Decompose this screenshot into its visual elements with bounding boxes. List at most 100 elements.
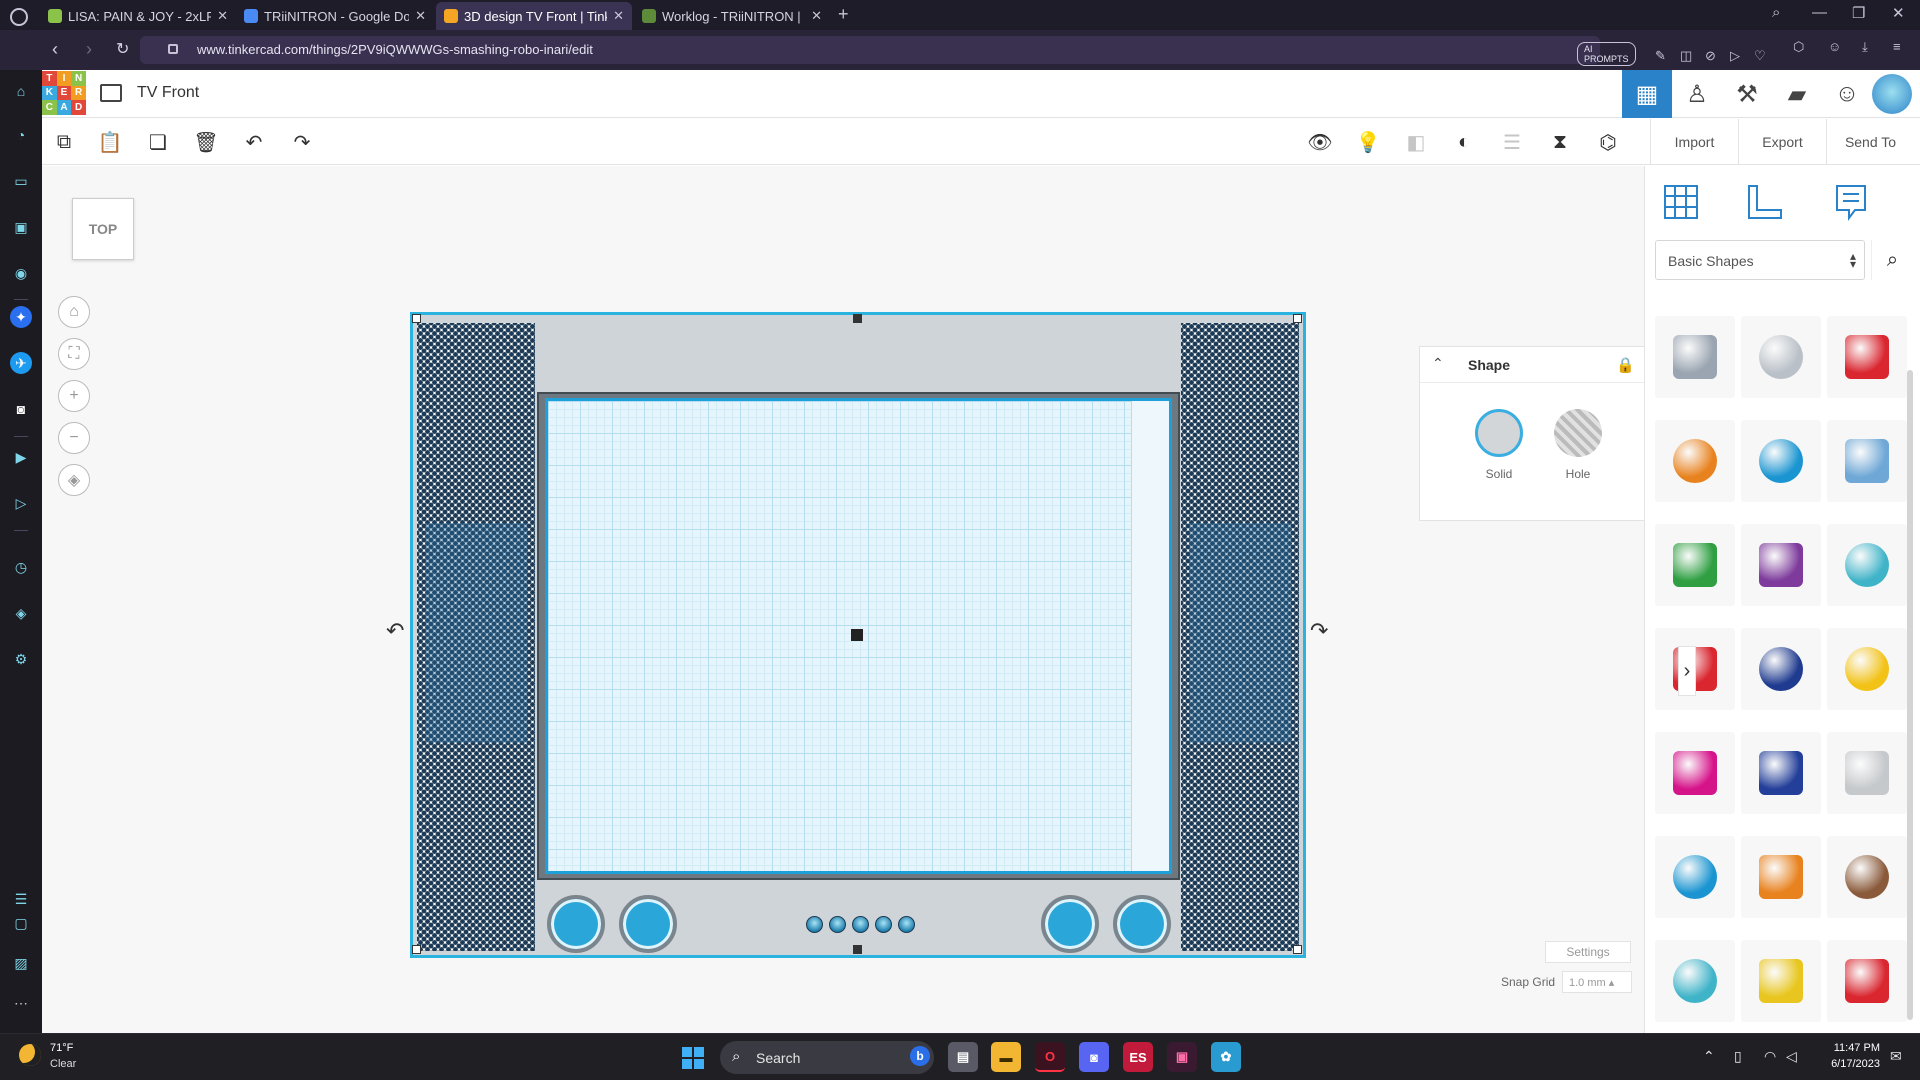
tinkercad-logo[interactable]: T I N K E R C A D	[42, 71, 86, 115]
corner-handle[interactable]	[1293, 945, 1302, 954]
browser-search-icon[interactable]: ⌕	[1772, 4, 1780, 21]
shape-tile[interactable]	[1827, 628, 1907, 710]
start-button[interactable]	[682, 1047, 704, 1069]
duplicate-icon[interactable]: ❏	[142, 126, 174, 158]
blocks-icon[interactable]: ♙	[1672, 70, 1722, 118]
shape-tile[interactable]	[1827, 940, 1907, 1022]
tablet-icon[interactable]: ▢	[10, 912, 32, 934]
shape-tile[interactable]	[1655, 420, 1735, 502]
delete-icon[interactable]: 🗑	[190, 126, 222, 158]
copy-icon[interactable]: ⧉	[48, 126, 80, 158]
shape-tile[interactable]	[1827, 316, 1907, 398]
browser-tab-active[interactable]: 3D design TV Front | Tinker ✕	[436, 2, 632, 30]
twitter-icon[interactable]: ✈	[10, 352, 32, 374]
design-menu-icon[interactable]	[100, 84, 122, 102]
video-icon[interactable]: ▶	[10, 446, 32, 468]
fit-view-icon[interactable]: ⛶	[58, 338, 90, 370]
history-icon[interactable]: ◷	[10, 556, 32, 578]
collapse-chevron-icon[interactable]: ⌃	[1432, 355, 1444, 372]
close-window-icon[interactable]: ✕	[1892, 4, 1905, 22]
shape-tile[interactable]	[1741, 524, 1821, 606]
paste-icon[interactable]: 📋	[94, 126, 126, 158]
flow-icon[interactable]: ▷	[10, 492, 32, 514]
shape-tile[interactable]	[1655, 524, 1735, 606]
notes-tab-icon[interactable]	[1829, 180, 1873, 224]
home-view-icon[interactable]: ⌂	[58, 296, 90, 328]
reload-icon[interactable]: ↻	[116, 39, 129, 59]
settings-gear-icon[interactable]: ⚙	[10, 648, 32, 670]
height-handle[interactable]	[851, 629, 863, 641]
ruler-tab-icon[interactable]	[1743, 180, 1787, 224]
discord-app-icon[interactable]: ◙	[1079, 1042, 1109, 1072]
3d-view-icon[interactable]: ▦	[1622, 70, 1672, 118]
shape-tile[interactable]	[1655, 836, 1735, 918]
tab-close-icon[interactable]: ✕	[811, 8, 822, 24]
browser-menu-icon[interactable]: ≡	[1893, 39, 1901, 54]
tab-close-icon[interactable]: ✕	[613, 8, 624, 24]
shape-library-select[interactable]: Basic Shapes ▴ ▾	[1655, 240, 1865, 280]
workplane-tab-icon[interactable]	[1659, 180, 1703, 224]
lock-shape-icon[interactable]: 🔒	[1616, 356, 1635, 374]
tv-front-model[interactable]	[410, 312, 1306, 958]
edit-icon[interactable]: ✎	[1655, 48, 1666, 64]
opera-gx-icon[interactable]: O	[1035, 1042, 1065, 1072]
discord-icon[interactable]: ◙	[10, 398, 32, 420]
import-button[interactable]: Import	[1650, 119, 1738, 165]
taskbar-search[interactable]: ⌕ Search	[720, 1041, 934, 1074]
url-field[interactable]: www.tinkercad.com/things/2PV9iQWWWGs-sma…	[140, 36, 1766, 66]
settings-button[interactable]: Settings	[1545, 941, 1631, 963]
undo-icon[interactable]: ↶	[238, 126, 270, 158]
sim-lab-icon[interactable]: ▰	[1772, 70, 1822, 118]
moon-icon[interactable]	[19, 1044, 41, 1066]
hole-swatch[interactable]	[1554, 409, 1602, 457]
perspective-icon[interactable]: ◈	[58, 464, 90, 496]
browser-tab[interactable]: LISA: PAIN & JOY - 2xLP Vi ✕	[40, 2, 236, 30]
shape-search-icon[interactable]: ⌕	[1871, 240, 1913, 280]
ungroup-icon[interactable]: ◐	[1448, 126, 1480, 158]
extensions-box-icon[interactable]: ◈	[10, 602, 32, 624]
bag-icon[interactable]: ▭	[10, 170, 32, 192]
edge-handle[interactable]	[853, 314, 862, 323]
snap-grid-select[interactable]: 1.0 mm ▴	[1562, 971, 1632, 993]
rotate-handle-left-icon[interactable]: ↶	[386, 618, 404, 644]
shape-tile[interactable]	[1827, 420, 1907, 502]
cruise-icon[interactable]: ⌬	[1592, 126, 1624, 158]
tab-close-icon[interactable]: ✕	[415, 8, 426, 24]
forward-icon[interactable]: ›	[86, 39, 92, 60]
notification-icon[interactable]: ✉	[1890, 1048, 1902, 1065]
tinkercad-app-icon[interactable]: ✿	[1211, 1042, 1241, 1072]
send-icon[interactable]: ▷	[1730, 48, 1740, 64]
zoom-out-icon[interactable]: −	[58, 422, 90, 454]
more-icon[interactable]: ⋯	[10, 992, 32, 1014]
collapse-panel-icon[interactable]: ›	[1678, 646, 1696, 696]
show-all-icon[interactable]: 👁	[1304, 126, 1336, 158]
design-title[interactable]: TV Front	[137, 84, 199, 102]
solid-swatch[interactable]	[1475, 409, 1523, 457]
workplane[interactable]: TOP ⌂ ⛶ + − ◈ ↶ ↷ ⌃ Shape 🔒 Solid Hole	[42, 166, 1676, 1033]
clock-time[interactable]: 11:47 PM	[1822, 1042, 1880, 1054]
zoom-in-icon[interactable]: +	[58, 380, 90, 412]
speed-dial-icon[interactable]: ◔	[10, 124, 32, 146]
shape-tile[interactable]	[1827, 732, 1907, 814]
shape-tile[interactable]	[1741, 940, 1821, 1022]
new-tab-icon[interactable]: +	[838, 4, 849, 25]
panel-scrollbar[interactable]	[1907, 370, 1913, 1020]
weather-temperature[interactable]: 71°F	[50, 1042, 73, 1054]
hide-icon[interactable]: 💡	[1352, 126, 1384, 158]
edge-handle[interactable]	[853, 945, 862, 954]
shape-tile[interactable]	[1741, 836, 1821, 918]
shape-tile[interactable]	[1827, 524, 1907, 606]
weather-condition[interactable]: Clear	[50, 1058, 76, 1070]
avatar[interactable]	[1872, 74, 1912, 114]
es-app-icon[interactable]: ES	[1123, 1042, 1153, 1072]
panel-icon[interactable]: ☰	[10, 888, 32, 910]
browser-tab[interactable]: TRiiNITRON - Google Docs ✕	[236, 2, 434, 30]
extensions-icon[interactable]: ⬡	[1793, 39, 1804, 55]
mirror-icon[interactable]: ⧗	[1544, 126, 1576, 158]
back-icon[interactable]: ‹	[52, 39, 58, 60]
view-cube[interactable]: TOP	[72, 198, 134, 260]
align-icon[interactable]: ☰	[1496, 126, 1528, 158]
add-user-icon[interactable]: ☺	[1822, 70, 1872, 118]
tab-close-icon[interactable]: ✕	[217, 8, 228, 24]
corner-handle[interactable]	[412, 945, 421, 954]
